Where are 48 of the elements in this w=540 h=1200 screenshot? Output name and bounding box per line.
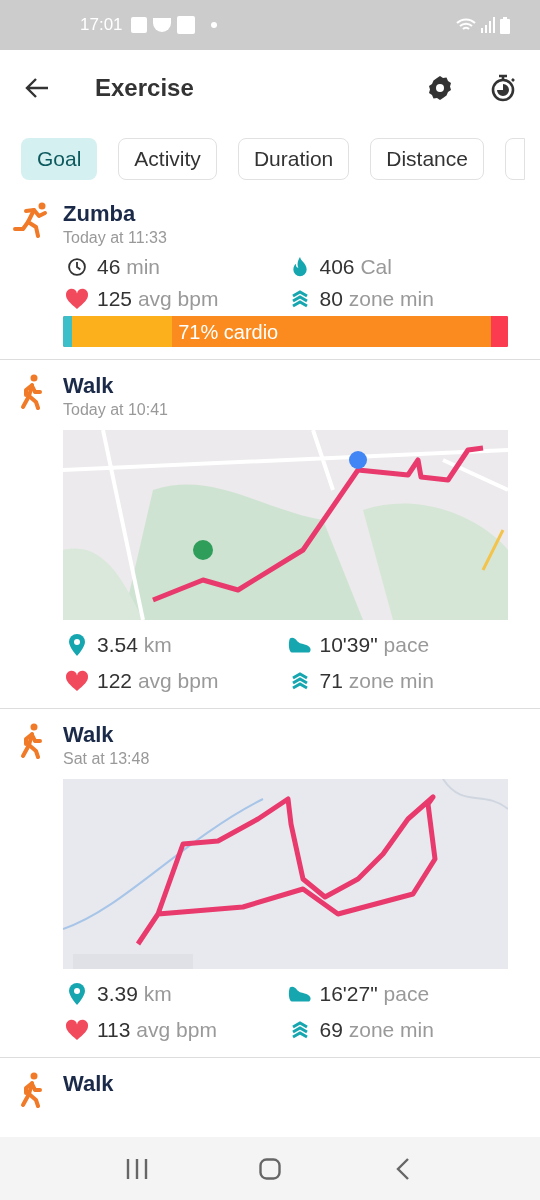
chevrons-up-icon (290, 671, 309, 691)
heart-icon (65, 670, 89, 692)
settings-icon (427, 75, 453, 101)
recent-apps-icon (125, 1158, 148, 1179)
stat-value: 46 min (97, 254, 161, 281)
location-pin-icon (69, 634, 85, 656)
stat-value: 10'39" pace (319, 632, 430, 659)
filter-chip[interactable]: Goal (21, 138, 98, 180)
stat-value: 71 zone min (319, 668, 434, 695)
heart-icon (65, 1019, 89, 1041)
stat-value: 122 avg bpm (97, 668, 219, 695)
filter-chip[interactable]: Duration (237, 138, 350, 180)
activity-time: Today at 11:33 (63, 228, 168, 248)
filter-chip[interactable]: Distance (370, 138, 484, 180)
back-arrow-icon (25, 78, 49, 98)
activity-time: Today at 10:41 (63, 400, 169, 420)
location-pin-icon (69, 983, 85, 1005)
battery-icon (500, 16, 510, 34)
stat-value: 16'27" pace (319, 981, 430, 1008)
heart-icon (65, 288, 89, 310)
chevrons-up-icon (290, 289, 309, 309)
stat-value: 406 Cal (319, 254, 392, 281)
stat-value: 69 zone min (319, 1017, 434, 1044)
back-icon (396, 1157, 411, 1180)
zone-label: 71% cardio (177, 319, 279, 345)
activity-time: Sat at 13:48 (63, 749, 151, 769)
walking-person-icon (18, 374, 45, 410)
walking-person-icon (18, 723, 45, 759)
activity-name: Walk (63, 372, 115, 400)
filter-chip[interactable]: Activity (118, 138, 217, 180)
activity-name: Walk (63, 1070, 115, 1098)
stat-value: 125 avg bpm (97, 286, 219, 313)
clock-icon (67, 257, 87, 277)
filter-chip-edge (504, 138, 525, 180)
page-title: Exercise (95, 73, 194, 103)
walking-person-icon (18, 1072, 45, 1108)
stat-value: 113 avg bpm (97, 1017, 217, 1044)
stat-value: 80 zone min (319, 286, 434, 313)
stat-value: 3.54 km (97, 632, 172, 659)
stat-value: 3.39 km (97, 981, 172, 1008)
shoe-icon (287, 984, 312, 1004)
stopwatch-icon (490, 74, 516, 102)
signal-icon (481, 17, 495, 33)
shoe-icon (287, 635, 312, 655)
activity-name: Walk (63, 721, 115, 749)
home-icon (259, 1157, 281, 1180)
activity-name: Zumba (63, 200, 137, 228)
chevrons-up-icon (290, 1020, 309, 1040)
